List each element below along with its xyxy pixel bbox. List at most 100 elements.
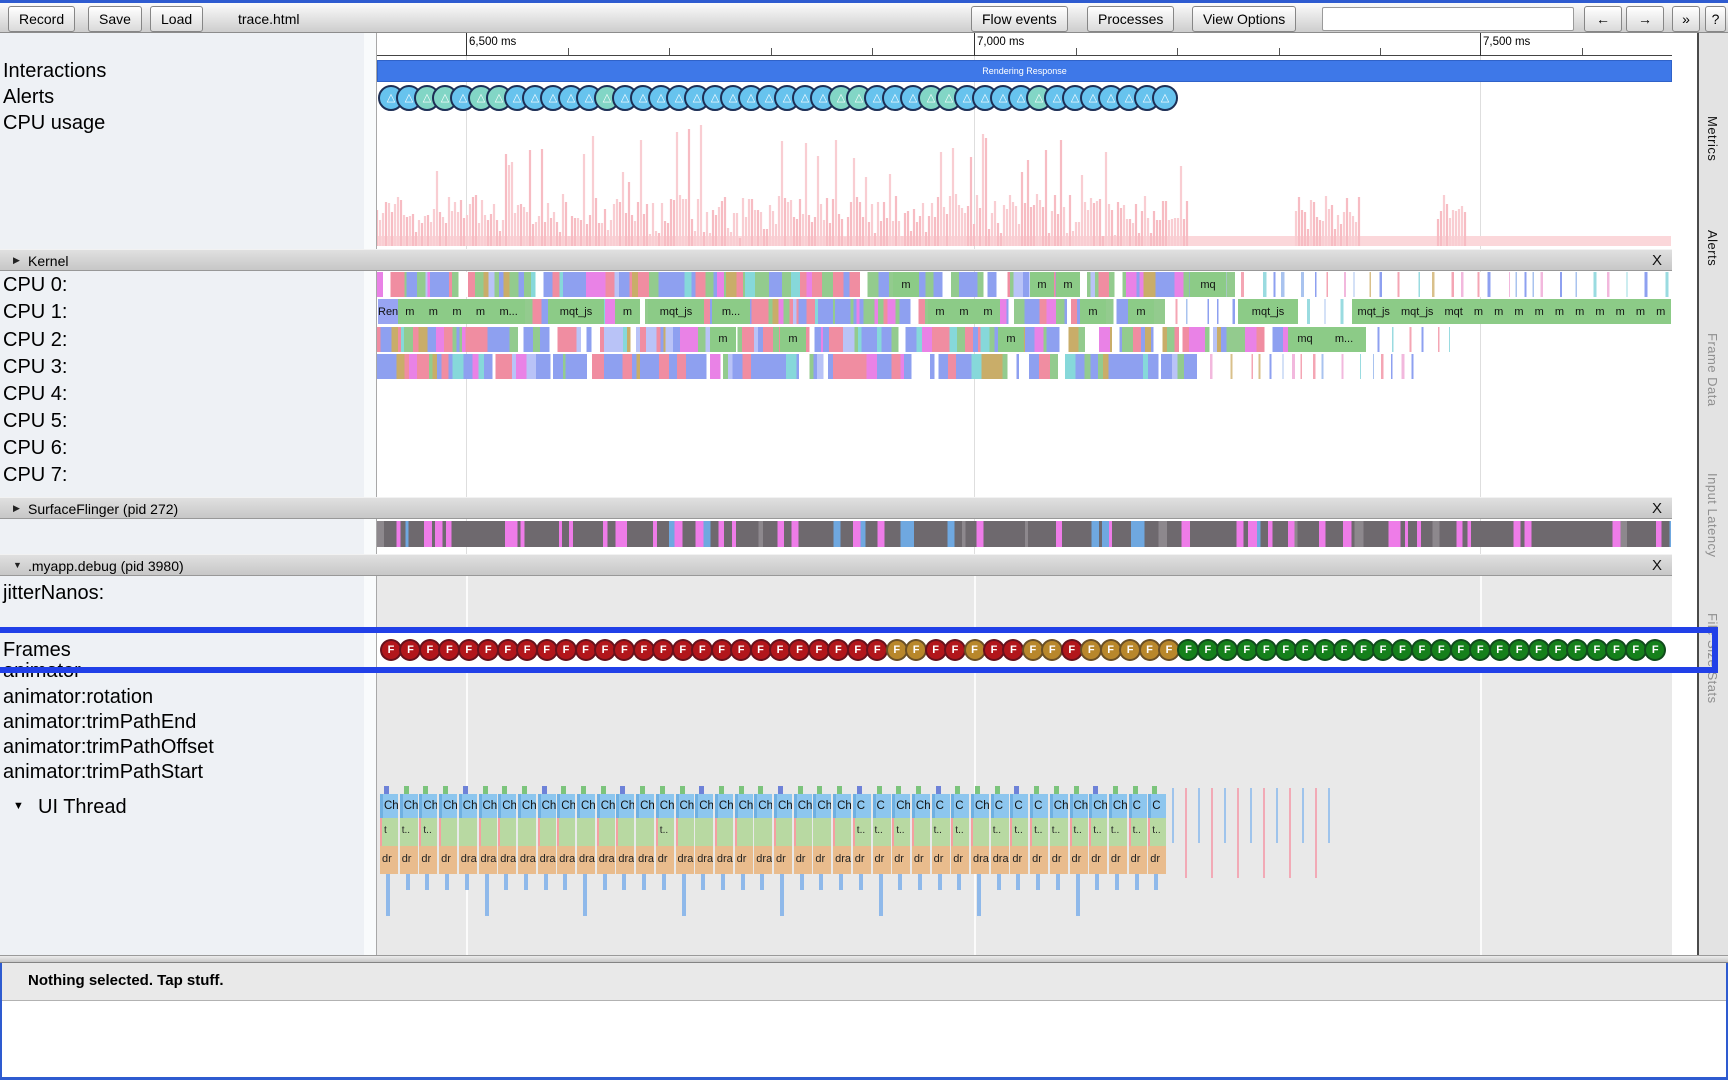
draw-slice[interactable]: dr [813,846,832,874]
choreographer-slice[interactable]: C [1148,794,1167,818]
traversal-slice[interactable]: t.. [399,818,418,846]
traversal-slice[interactable] [636,818,655,846]
choreographer-slice[interactable]: Ch [734,794,753,818]
traversal-slice[interactable] [557,818,576,846]
frame-dot[interactable]: F [730,639,753,661]
frame-dot[interactable]: F [944,639,967,661]
draw-slice[interactable]: dra [577,846,595,874]
traversal-slice[interactable] [537,818,556,846]
choreographer-slice[interactable]: Cho [833,794,852,818]
choreographer-slice[interactable]: Ch [695,794,714,818]
draw-slice[interactable]: dr [951,846,970,874]
traversal-slice[interactable]: t.. [1030,818,1049,846]
traversal-slice[interactable] [911,818,930,846]
draw-slice[interactable]: dr [892,846,911,874]
choreographer-slice[interactable]: C [1030,794,1049,818]
draw-slice[interactable]: dr [1148,846,1167,874]
draw-slice[interactable]: dra [557,846,576,874]
choreographer-slice[interactable]: Ch [616,794,635,818]
draw-slice[interactable]: dra [616,846,635,874]
traversal-slice[interactable]: t.. [1069,818,1088,846]
draw-slice[interactable]: dr [1010,846,1029,874]
draw-slice[interactable]: dr [399,846,418,874]
traversal-slice[interactable]: t.. [852,818,871,846]
draw-slice[interactable]: dr [931,846,950,874]
choreographer-slice[interactable]: Ch [1108,794,1127,818]
panel-splitter[interactable] [0,955,1728,963]
traversal-slice[interactable] [833,818,852,846]
traversal-slice[interactable]: t [380,818,398,846]
traversal-slice[interactable]: t.. [990,818,1009,846]
frame-dot[interactable]: F [1119,639,1142,661]
draw-slice[interactable]: dra [458,846,477,874]
choreographer-slice[interactable]: Ch [478,794,497,818]
choreographer-slice[interactable]: C [852,794,871,818]
traversal-slice[interactable] [971,818,989,846]
choreographer-slice[interactable]: C [1010,794,1029,818]
choreographer-slice[interactable]: Ch [537,794,556,818]
traversal-slice[interactable] [813,818,832,846]
choreographer-slice[interactable]: Ch [1069,794,1088,818]
choreographer-slice[interactable]: Cho [517,794,536,818]
draw-slice[interactable]: dra [754,846,773,874]
draw-slice[interactable]: dra [833,846,852,874]
draw-slice[interactable]: dra [537,846,556,874]
traversal-slice[interactable]: t.. [1089,818,1108,846]
draw-slice[interactable]: dra [971,846,989,874]
traversal-slice[interactable]: t.. [872,818,891,846]
traversal-slice[interactable] [793,818,812,846]
traversal-slice[interactable] [577,818,595,846]
choreographer-slice[interactable]: Ch [911,794,930,818]
choreographer-slice[interactable]: Ch [793,794,812,818]
traversal-slice[interactable]: t.. [892,818,911,846]
draw-slice[interactable]: dr [793,846,812,874]
choreographer-slice[interactable]: Cho [557,794,576,818]
traversal-slice[interactable]: t.. [931,818,950,846]
draw-slice[interactable]: dr [1069,846,1088,874]
draw-slice[interactable]: dra [517,846,536,874]
traversal-slice[interactable] [596,818,615,846]
draw-slice[interactable]: dra [990,846,1009,874]
traversal-slice[interactable]: t.. [1010,818,1029,846]
traversal-slice[interactable] [734,818,753,846]
choreographer-slice[interactable]: Ch [774,794,792,818]
frame-dot[interactable]: F [1508,639,1531,661]
traversal-slice[interactable] [754,818,773,846]
choreographer-slice[interactable]: C [931,794,950,818]
choreographer-slice[interactable]: Ch [754,794,773,818]
draw-slice[interactable]: dr [911,846,930,874]
vertical-scrollbar[interactable] [1672,33,1697,955]
choreographer-slice[interactable]: Ch [813,794,832,818]
choreographer-slice[interactable]: Ch [596,794,615,818]
draw-slice[interactable]: dr [419,846,438,874]
choreographer-slice[interactable]: Ch [1089,794,1108,818]
traversal-slice[interactable]: t.. [419,818,438,846]
draw-slice[interactable]: dr [655,846,674,874]
draw-slice[interactable]: dr [734,846,753,874]
choreographer-slice[interactable]: C [951,794,970,818]
traversal-slice[interactable] [616,818,635,846]
tab-file-size-stats[interactable]: File Size Stats [1705,613,1720,704]
choreographer-slice[interactable]: C [990,794,1009,818]
traversal-slice[interactable]: t.. [1049,818,1068,846]
draw-slice[interactable]: dr [439,846,458,874]
choreographer-slice[interactable]: Ch [458,794,477,818]
frame-dot[interactable]: F [905,639,928,661]
traversal-slice[interactable] [675,818,694,846]
draw-slice[interactable]: dra [478,846,497,874]
traversal-slice[interactable]: t.. [1128,818,1147,846]
traversal-slice[interactable] [478,818,497,846]
draw-slice[interactable]: dr [1049,846,1068,874]
choreographer-slice[interactable]: Ch [577,794,595,818]
choreographer-slice[interactable]: Ch [1049,794,1068,818]
choreographer-slice[interactable]: Ch [439,794,458,818]
tab-alerts[interactable]: Alerts [1705,230,1720,266]
draw-slice[interactable]: dr [1030,846,1049,874]
traversal-slice[interactable]: t.. [1148,818,1167,846]
draw-slice[interactable]: dra [675,846,694,874]
frame-dot[interactable]: F [555,639,578,661]
draw-slice[interactable]: dr [872,846,891,874]
draw-slice[interactable]: dra [596,846,615,874]
draw-slice[interactable]: dr [1128,846,1147,874]
draw-slice[interactable]: dra [636,846,655,874]
